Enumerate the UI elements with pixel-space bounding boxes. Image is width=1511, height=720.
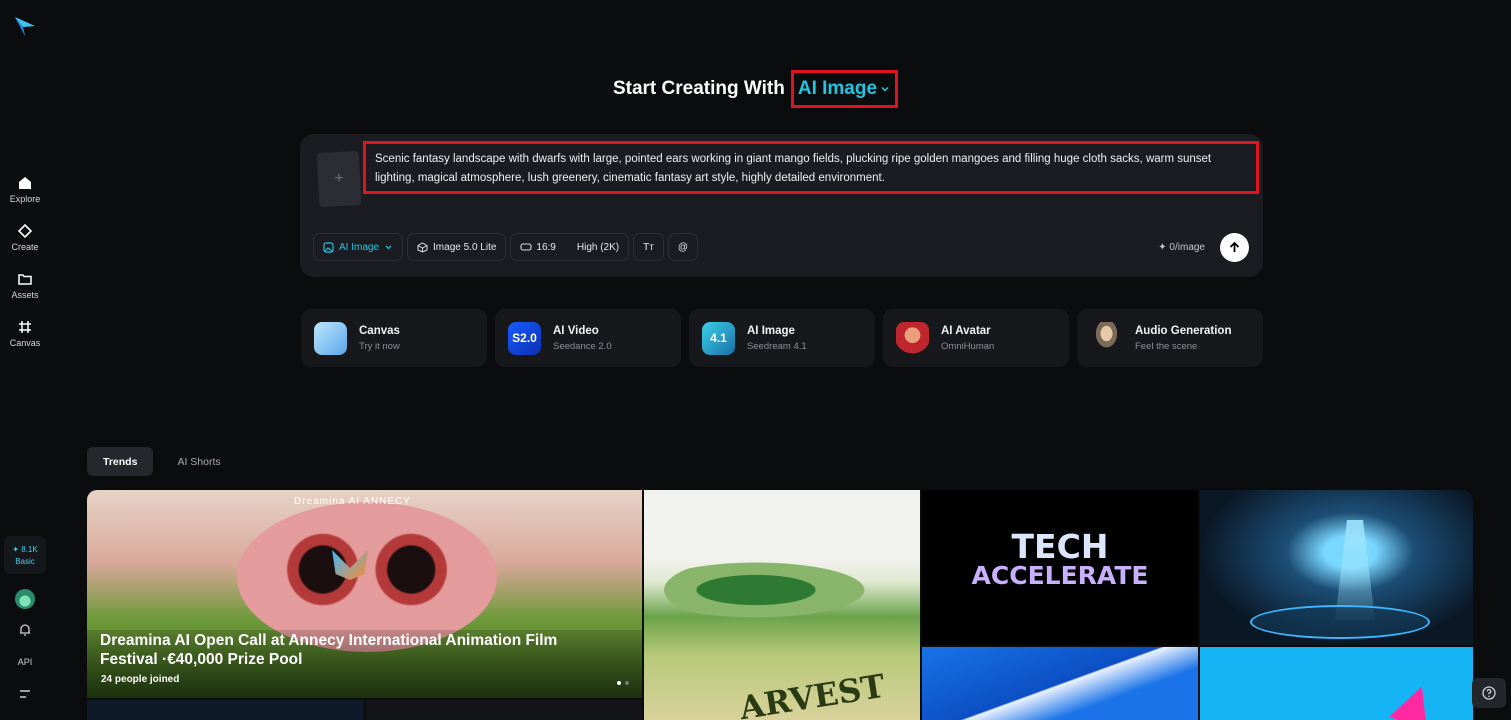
featured-title: Dreamina AI Open Call at Annecy Internat… <box>100 632 558 668</box>
gallery-tile-tech-accelerate[interactable]: TECH ACCELERATE <box>922 490 1198 645</box>
help-button[interactable] <box>1472 678 1506 708</box>
sidebar-item-label: Create <box>11 242 39 252</box>
model-selector[interactable]: Image 5.0 Lite <box>407 233 507 261</box>
canvas-card-icon <box>314 321 347 355</box>
gallery-tabs: Trends AI Shorts <box>87 447 237 476</box>
sidebar-item-explore[interactable]: Explore <box>0 175 50 204</box>
sidebar-item-assets[interactable]: Assets <box>0 271 50 300</box>
canvas-grid-icon <box>19 321 31 333</box>
gallery-tile-scifi-chamber[interactable] <box>1200 490 1473 645</box>
ink-splash-art <box>664 555 894 625</box>
avatar-character-icon <box>896 321 929 355</box>
pink-shape-art <box>1389 679 1440 720</box>
platform-ring-art <box>1250 605 1430 639</box>
card-ai-image[interactable]: 4.1 AI Image Seedream 4.1 <box>689 309 875 367</box>
seedream-badge-icon: 4.1 <box>702 321 735 355</box>
dreamina-logo-icon[interactable] <box>13 15 37 37</box>
quality-label: High (2K) <box>576 241 620 253</box>
avatar[interactable] <box>15 589 35 609</box>
gallery-tile-harvest[interactable]: ARVEST <box>644 490 920 720</box>
gallery-tile-water-drops[interactable] <box>922 647 1198 720</box>
mode-dropdown-label: AI Image <box>339 241 380 253</box>
mode-dropdown[interactable]: AI Image <box>313 233 404 261</box>
tab-trends[interactable]: Trends <box>87 447 154 476</box>
card-title: AI Video <box>553 324 599 337</box>
generate-button[interactable] <box>1220 233 1249 262</box>
card-title: Canvas <box>359 324 400 337</box>
api-link[interactable]: API <box>0 657 50 667</box>
mode-label: AI Image <box>797 78 878 99</box>
prompt-input[interactable]: Scenic fantasy landscape with dwarfs wit… <box>363 141 1259 194</box>
credits-badge[interactable]: ✦ 8.1K Basic <box>4 536 46 574</box>
prompt-composer: + Scenic fantasy landscape with dwarfs w… <box>300 134 1263 277</box>
cube-icon <box>417 241 428 253</box>
card-audio-generation[interactable]: Audio Generation Feel the scene <box>1077 309 1263 367</box>
headline-prefix: Start Creating With <box>612 78 785 99</box>
mode-selector[interactable]: AI Image <box>790 70 899 108</box>
arrow-up-icon <box>1229 241 1240 252</box>
text-tool-button[interactable]: Tт <box>633 233 664 261</box>
sidebar-item-label: Explore <box>9 194 41 204</box>
plus-icon: + <box>333 169 345 188</box>
featured-banner[interactable]: Dreamina AI ANNECY Dreamina AI Open Call… <box>87 490 642 698</box>
chevron-down-icon <box>385 245 392 249</box>
banner-brand: Dreamina AI ANNECY <box>294 496 411 507</box>
sidebar-item-label: Assets <box>11 290 39 300</box>
menu-icon[interactable] <box>19 689 31 699</box>
page-title: Start Creating With AI Image <box>0 70 1511 108</box>
card-subtitle: Feel the scene <box>1135 340 1198 352</box>
folder-icon <box>18 274 32 285</box>
aspect-ratio-icon <box>520 243 532 251</box>
microphone-icon <box>1090 321 1123 355</box>
at-icon: @ <box>677 241 688 253</box>
sparkle-icon: ✦ <box>1158 242 1170 253</box>
tech-line-1: TECH <box>1011 527 1109 566</box>
image-icon <box>323 241 334 253</box>
card-subtitle: Seedream 4.1 <box>747 340 807 352</box>
composer-toolbar: AI Image Image 5.0 Lite 16:9 High (2K) T… <box>313 233 698 261</box>
card-ai-video[interactable]: S2.0 AI Video Seedance 2.0 <box>495 309 681 367</box>
carousel-dots[interactable] <box>617 681 629 685</box>
question-icon <box>1482 686 1496 700</box>
feature-cards: Canvas Try it now S2.0 AI Video Seedance 2… <box>301 309 1263 367</box>
card-title: AI Avatar <box>941 324 991 337</box>
sidebar-item-label: Canvas <box>9 338 41 348</box>
gallery-tile-dark-2[interactable] <box>366 700 642 720</box>
card-title: AI Image <box>747 324 795 337</box>
featured-joined-count: 24 people joined <box>101 674 180 685</box>
home-icon <box>19 177 31 189</box>
card-subtitle: Try it now <box>359 340 400 352</box>
gallery-tile-dark-1[interactable] <box>87 700 364 720</box>
diamond-icon <box>17 223 33 239</box>
card-ai-avatar[interactable]: AI Avatar OmniHuman <box>883 309 1069 367</box>
ratio-label: 16:9 <box>536 241 556 253</box>
tech-title: TECH ACCELERATE <box>922 527 1198 590</box>
seedance-badge-icon: S2.0 <box>508 321 541 355</box>
plan-label: Basic <box>15 556 35 566</box>
tech-line-2: ACCELERATE <box>971 561 1149 590</box>
mention-button[interactable]: @ <box>667 233 698 261</box>
bell-icon[interactable] <box>18 623 32 637</box>
credits-value: ✦ 8.1K <box>12 544 38 554</box>
card-subtitle: Seedance 2.0 <box>553 340 612 352</box>
model-label: Image 5.0 Lite <box>433 241 497 253</box>
text-format-icon: Tт <box>643 241 654 253</box>
sidebar-item-create[interactable]: Create <box>0 223 50 252</box>
ratio-quality-selector[interactable]: 16:9 High (2K) <box>510 233 630 261</box>
gallery-grid: Dreamina AI ANNECY Dreamina AI Open Call… <box>87 490 1473 720</box>
harvest-text: ARVEST <box>736 666 888 720</box>
gallery-tile-cyan[interactable] <box>1200 647 1473 720</box>
sidebar: Explore Create Assets Canvas ✦ 8.1K Basi… <box>0 0 50 720</box>
card-subtitle: OmniHuman <box>941 340 995 352</box>
card-canvas[interactable]: Canvas Try it now <box>301 309 487 367</box>
card-title: Audio Generation <box>1135 324 1232 337</box>
cost-indicator: ✦ 0/image <box>1158 242 1205 253</box>
sidebar-item-canvas[interactable]: Canvas <box>0 319 50 348</box>
tab-ai-shorts[interactable]: AI Shorts <box>161 447 236 476</box>
reference-upload-button[interactable]: + <box>316 150 362 208</box>
chevron-down-icon <box>881 86 889 92</box>
